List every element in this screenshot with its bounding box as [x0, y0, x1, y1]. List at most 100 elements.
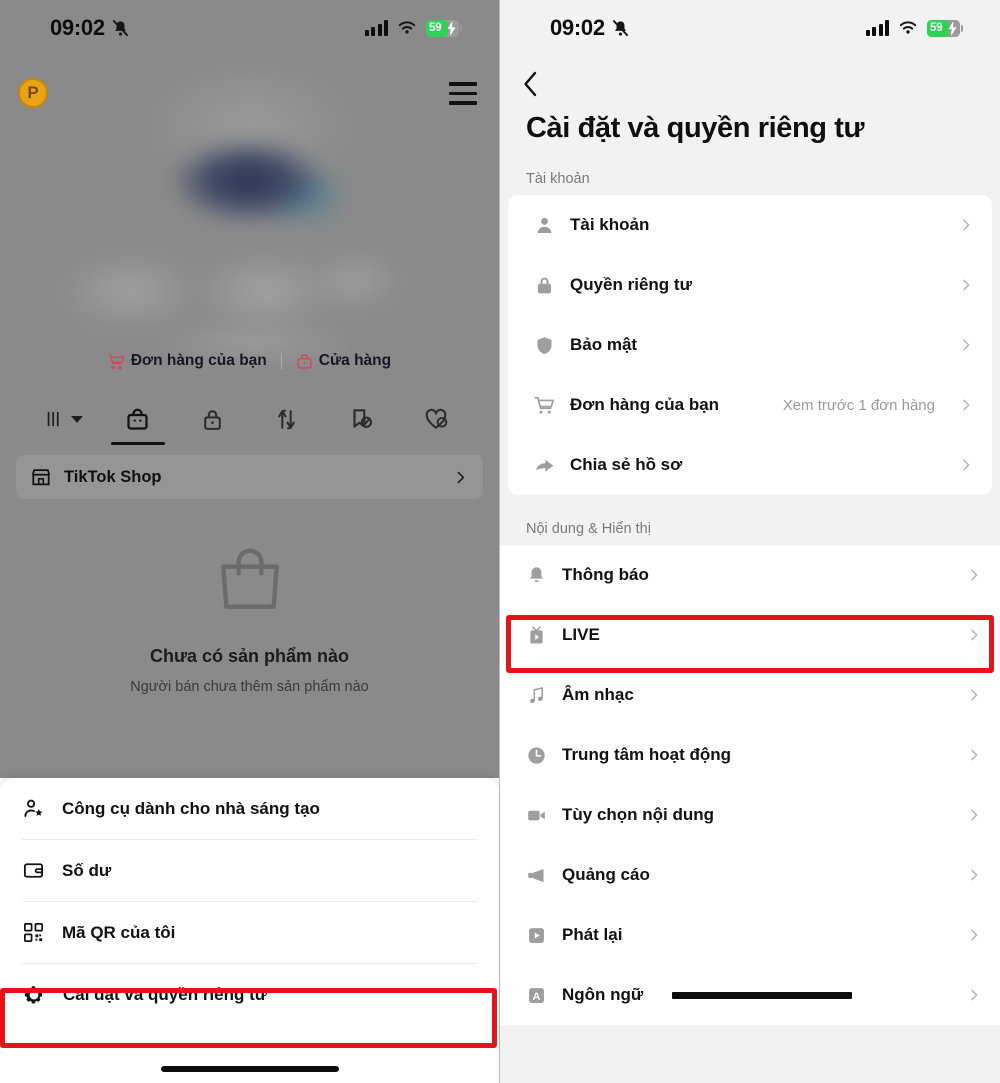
orders-link[interactable]: Đơn hàng của bạn — [107, 352, 267, 370]
store-link[interactable]: Cửa hàng — [296, 352, 391, 370]
chevron-left-icon — [524, 71, 537, 97]
row-label: Thông báo — [562, 565, 649, 584]
settings-row-language[interactable]: A Ngôn ngữ — [500, 965, 1000, 1025]
empty-title: Chưa có sản phẩm nào — [149, 646, 350, 666]
wifi-icon — [899, 21, 917, 34]
tab-repost[interactable] — [250, 396, 325, 442]
person-star-icon — [24, 799, 43, 818]
status-left-group: 09:02 — [50, 15, 130, 41]
tiktok-shop-row[interactable]: TikTok Shop — [16, 455, 483, 499]
settings-row-live[interactable]: LIVE — [500, 605, 1000, 665]
chevron-right-icon — [963, 279, 970, 291]
profile-tabs — [0, 396, 499, 442]
bell-slash-icon — [612, 19, 629, 36]
grid-dropdown-icon — [47, 411, 59, 427]
tab-saved[interactable] — [324, 396, 399, 442]
lock-icon — [203, 409, 221, 430]
chevron-right-icon — [963, 399, 970, 411]
bell-icon — [530, 566, 543, 582]
tab-liked[interactable] — [399, 396, 474, 442]
share-arrow-icon — [536, 459, 554, 472]
right-status-bar: 09:02 59 — [500, 0, 1000, 56]
status-time: 09:02 — [50, 15, 105, 40]
shop-links-row: Đơn hàng của bạn Cửa hàng — [0, 352, 499, 370]
row-label: Âm nhạc — [562, 685, 634, 704]
chevron-right-icon — [971, 869, 978, 881]
megaphone-icon — [528, 868, 544, 882]
tab-playlist[interactable] — [26, 396, 101, 442]
storefront-icon — [31, 469, 51, 486]
settings-row-account[interactable]: Tài khoản — [508, 195, 992, 255]
settings-row-activity-center[interactable]: Trung tâm hoạt động — [500, 725, 1000, 785]
sheet-item-my-qr[interactable]: Mã QR của tôi — [0, 902, 499, 963]
back-button[interactable] — [500, 56, 1000, 102]
row-label: Đơn hàng của bạn — [570, 395, 720, 414]
profile-badge[interactable]: P — [18, 78, 48, 108]
wifi-icon — [398, 21, 416, 34]
chevron-right-icon — [971, 809, 978, 821]
empty-products-state: Chưa có sản phẩm nào Người bán chưa thêm… — [0, 540, 499, 695]
battery-percent: 59 — [429, 22, 442, 34]
dual-screenshot-container: 09:02 59 P Đơn hàng của bạn Cửa hàng Tik… — [0, 0, 1000, 1083]
sheet-item-balance[interactable]: Số dư — [0, 840, 499, 901]
settings-row-security[interactable]: Bảo mật — [508, 315, 992, 375]
store-link-label: Cửa hàng — [318, 352, 392, 369]
lock-icon — [537, 277, 552, 293]
row-label: LIVE — [562, 625, 600, 644]
charging-bolt-icon — [948, 20, 957, 36]
repost-icon — [278, 409, 296, 429]
section-header-account: Tài khoản — [526, 171, 590, 187]
settings-row-share-profile[interactable]: Chia sẻ hồ sơ — [508, 435, 992, 495]
left-phone-screen: 09:02 59 P Đơn hàng của bạn Cửa hàng Tik… — [0, 0, 500, 1083]
sheet-item-creator-tools[interactable]: Công cụ dành cho nhà sáng tạo — [0, 778, 499, 839]
gear-icon — [24, 985, 43, 1003]
tiktok-shop-label: TikTok Shop — [64, 467, 162, 486]
chevron-down-icon — [70, 415, 83, 423]
battery-indicator: 59 — [927, 19, 963, 37]
heart-off-icon — [425, 408, 448, 429]
sheet-item-settings-privacy[interactable]: Cài đặt và quyền riêng tư — [0, 964, 499, 1025]
chevron-right-icon — [963, 339, 970, 351]
settings-row-playback[interactable]: Phát lại — [500, 905, 1000, 965]
language-a-icon: A — [529, 987, 544, 1003]
tab-shop[interactable] — [101, 396, 176, 442]
clock-icon — [528, 746, 545, 764]
wallet-icon — [23, 863, 44, 878]
status-left-group: 09:02 — [550, 15, 630, 41]
settings-row-content-preferences[interactable]: Tùy chọn nội dung — [500, 785, 1000, 845]
svg-text:A: A — [533, 990, 541, 1002]
settings-row-orders[interactable]: Đơn hàng của bạn Xem trước 1 đơn hàng — [508, 375, 992, 435]
empty-subtitle: Người bán chưa thêm sản phẩm nào — [130, 679, 369, 695]
chevron-right-icon — [971, 929, 978, 941]
settings-row-privacy[interactable]: Quyền riêng tư — [508, 255, 992, 315]
chevron-right-icon — [457, 471, 465, 483]
tab-private[interactable] — [175, 396, 250, 442]
chevron-right-icon — [971, 689, 978, 701]
chevron-right-icon — [963, 459, 970, 471]
bell-slash-icon — [112, 19, 129, 36]
row-label: Chia sẻ hồ sơ — [570, 455, 683, 474]
cart-icon — [107, 353, 125, 369]
right-phone-screen: 09:02 59 Cài đặt và quyền riêng tư Tài k… — [500, 0, 1000, 1083]
settings-row-ads[interactable]: Quảng cáo — [500, 845, 1000, 905]
row-label: Bảo mật — [570, 335, 638, 354]
row-label: Ngôn ngữ — [562, 985, 644, 1004]
play-box-icon — [529, 927, 544, 943]
settings-card-account: Tài khoản Quyền riêng tư Bảo mật Đơn hàn… — [508, 195, 992, 495]
bottom-sheet-menu: Công cụ dành cho nhà sáng tạo Số dư Mã Q… — [0, 778, 499, 1083]
row-label: Quảng cáo — [562, 865, 650, 884]
settings-row-notifications[interactable]: Thông báo — [500, 545, 1000, 605]
settings-row-music[interactable]: Âm nhạc — [500, 665, 1000, 725]
settings-card-content-display: Thông báo LIVE Âm nhạc Trung tâm hoạt độ… — [500, 545, 1000, 1025]
redaction-bar — [672, 991, 853, 999]
cart-icon — [534, 396, 555, 414]
left-status-bar: 09:02 59 — [0, 0, 499, 56]
chevron-right-icon — [971, 569, 978, 581]
sheet-label: Cài đặt và quyền riêng tư — [63, 984, 268, 1004]
hamburger-menu-icon[interactable] — [449, 82, 477, 111]
chevron-right-icon — [971, 749, 978, 761]
row-label: Trung tâm hoạt động — [562, 745, 732, 764]
charging-bolt-icon — [447, 20, 456, 36]
battery-indicator: 59 — [426, 19, 462, 37]
row-label: Tài khoản — [570, 215, 650, 234]
